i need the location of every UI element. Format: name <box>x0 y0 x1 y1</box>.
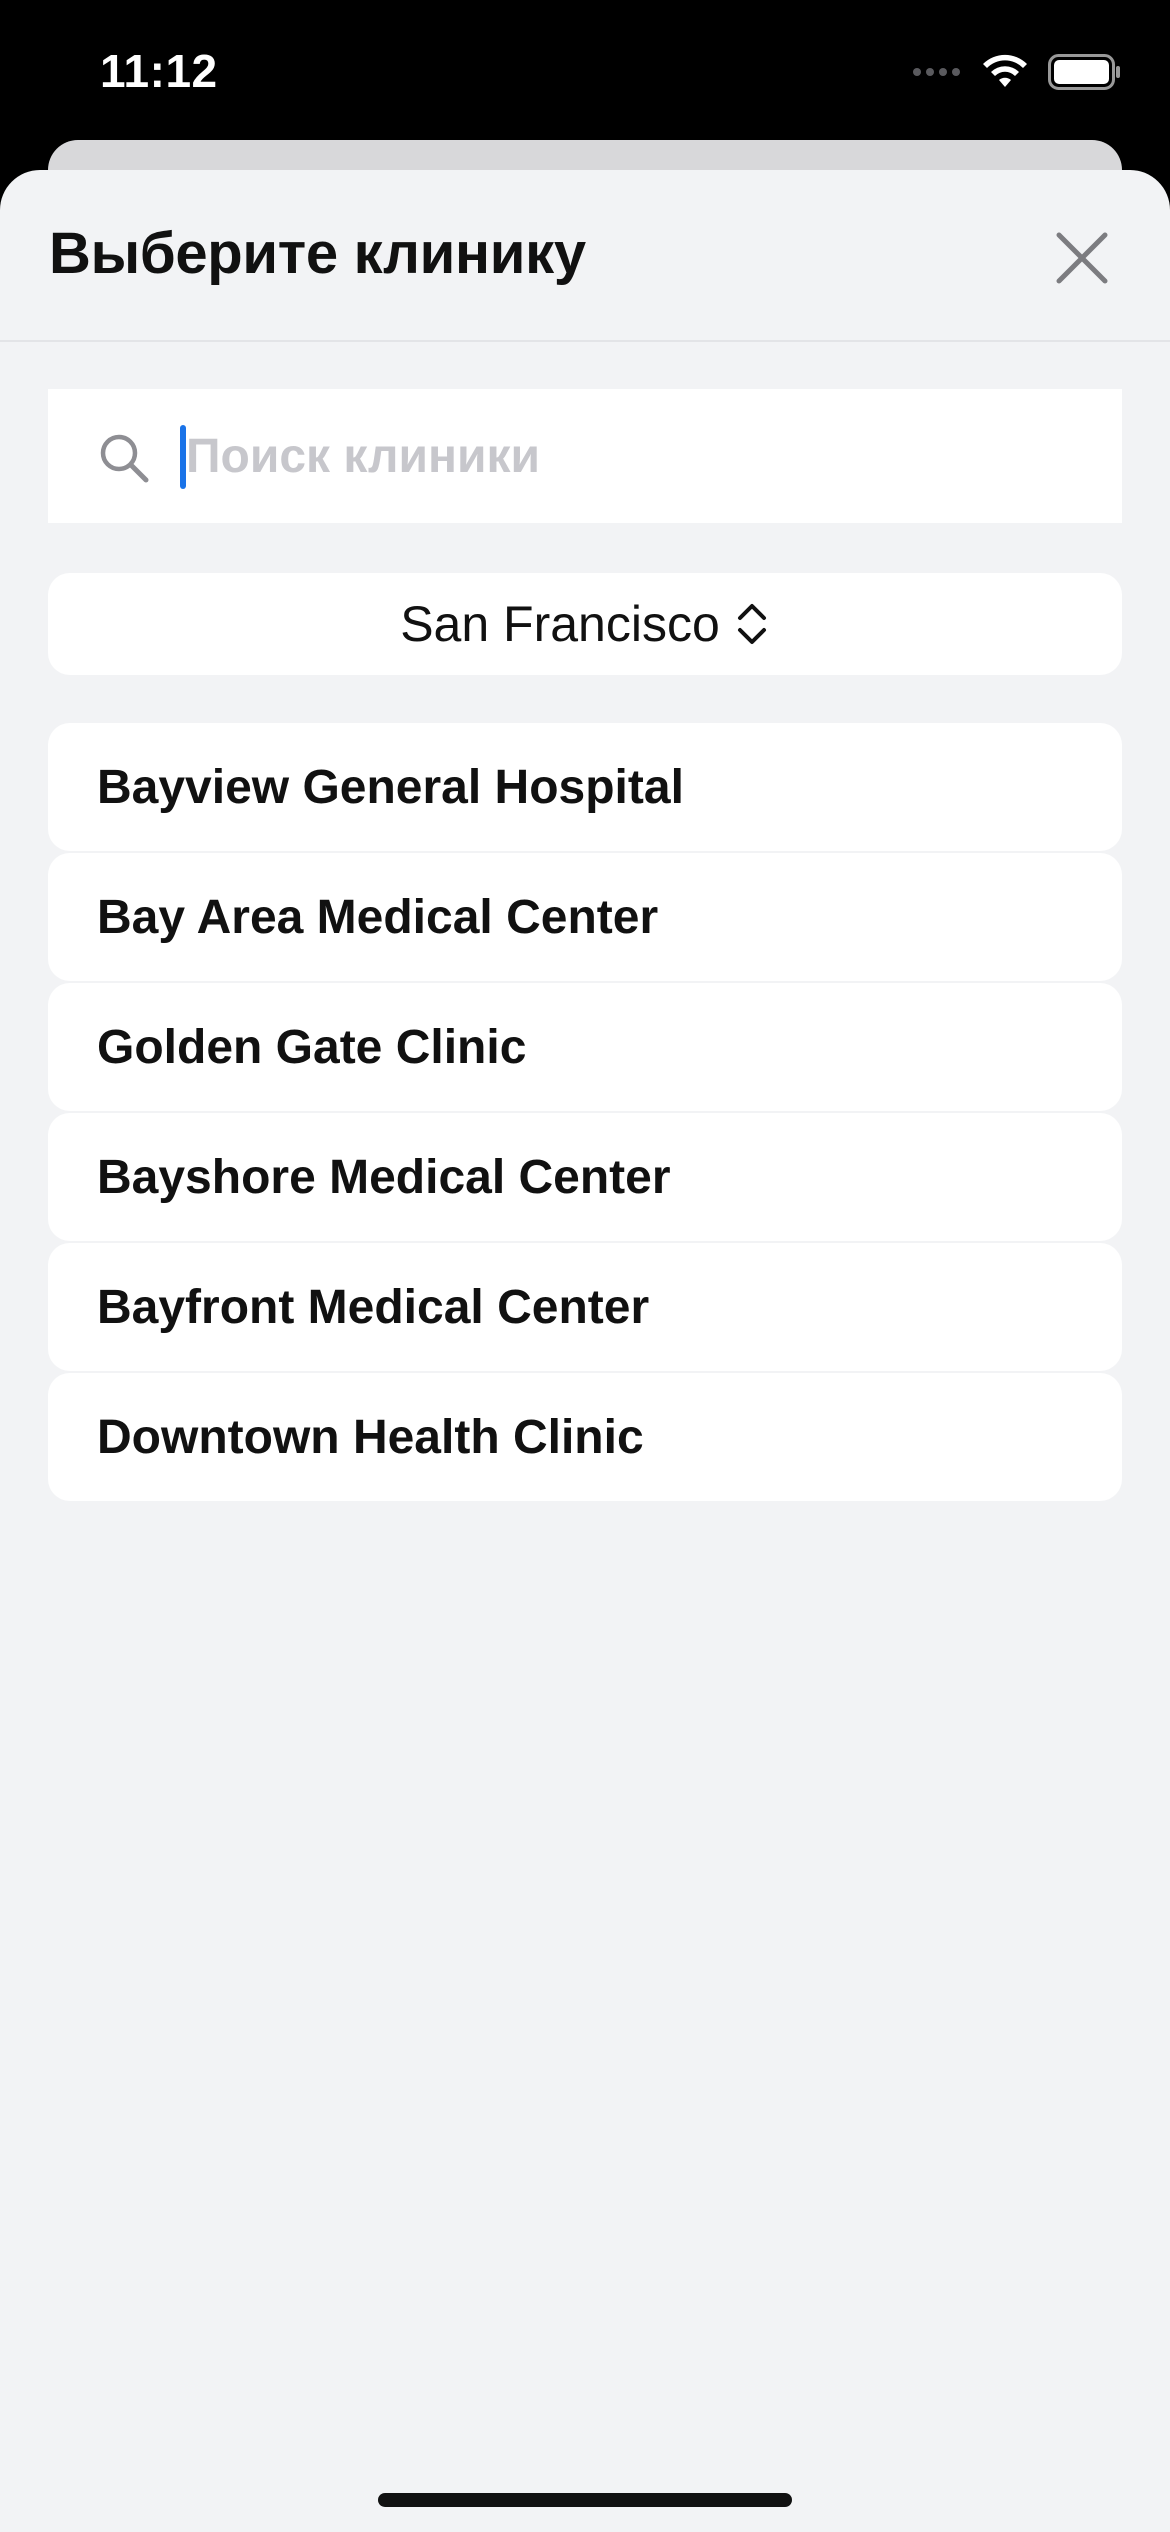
clinic-name: Golden Gate Clinic <box>97 1020 527 1074</box>
wifi-icon <box>983 54 1027 87</box>
search-input[interactable] <box>186 419 1066 493</box>
status-bar: 11:12 <box>0 0 1170 140</box>
search-box[interactable] <box>48 389 1122 523</box>
close-button[interactable] <box>1042 218 1122 298</box>
sheet-header: Выберите клинику <box>0 170 1170 342</box>
clinic-list-item[interactable]: Bayshore Medical Center <box>48 1113 1122 1241</box>
close-icon <box>1056 232 1108 284</box>
home-indicator[interactable] <box>378 2493 792 2507</box>
clinic-list-item[interactable]: Bay Area Medical Center <box>48 853 1122 981</box>
city-selector[interactable]: San Francisco <box>48 573 1122 675</box>
clinic-picker-sheet: Выберите клинику San Francisco Bayview G… <box>0 170 1170 2532</box>
clinic-list: Bayview General Hospital Bay Area Medica… <box>48 723 1122 1503</box>
chevron-up-down-icon <box>737 604 766 644</box>
clinic-list-item[interactable]: Downtown Health Clinic <box>48 1373 1122 1501</box>
signal-dots-icon <box>913 68 960 76</box>
city-selector-label: San Francisco <box>400 596 720 652</box>
sheet-title: Выберите клинику <box>49 221 586 286</box>
clinic-name: Bayshore Medical Center <box>97 1150 671 1204</box>
clinic-list-item[interactable]: Bayview General Hospital <box>48 723 1122 851</box>
status-icons <box>912 52 1122 92</box>
clinic-list-item[interactable]: Golden Gate Clinic <box>48 983 1122 1111</box>
clinic-name: Downtown Health Clinic <box>97 1410 644 1464</box>
clinic-name: Bayview General Hospital <box>97 760 684 814</box>
clinic-name: Bayfront Medical Center <box>97 1280 650 1334</box>
search-icon <box>100 434 149 483</box>
clinic-name: Bay Area Medical Center <box>97 890 659 944</box>
status-time: 11:12 <box>100 45 218 97</box>
clinic-list-item[interactable]: Bayfront Medical Center <box>48 1243 1122 1371</box>
battery-icon <box>1048 54 1120 90</box>
